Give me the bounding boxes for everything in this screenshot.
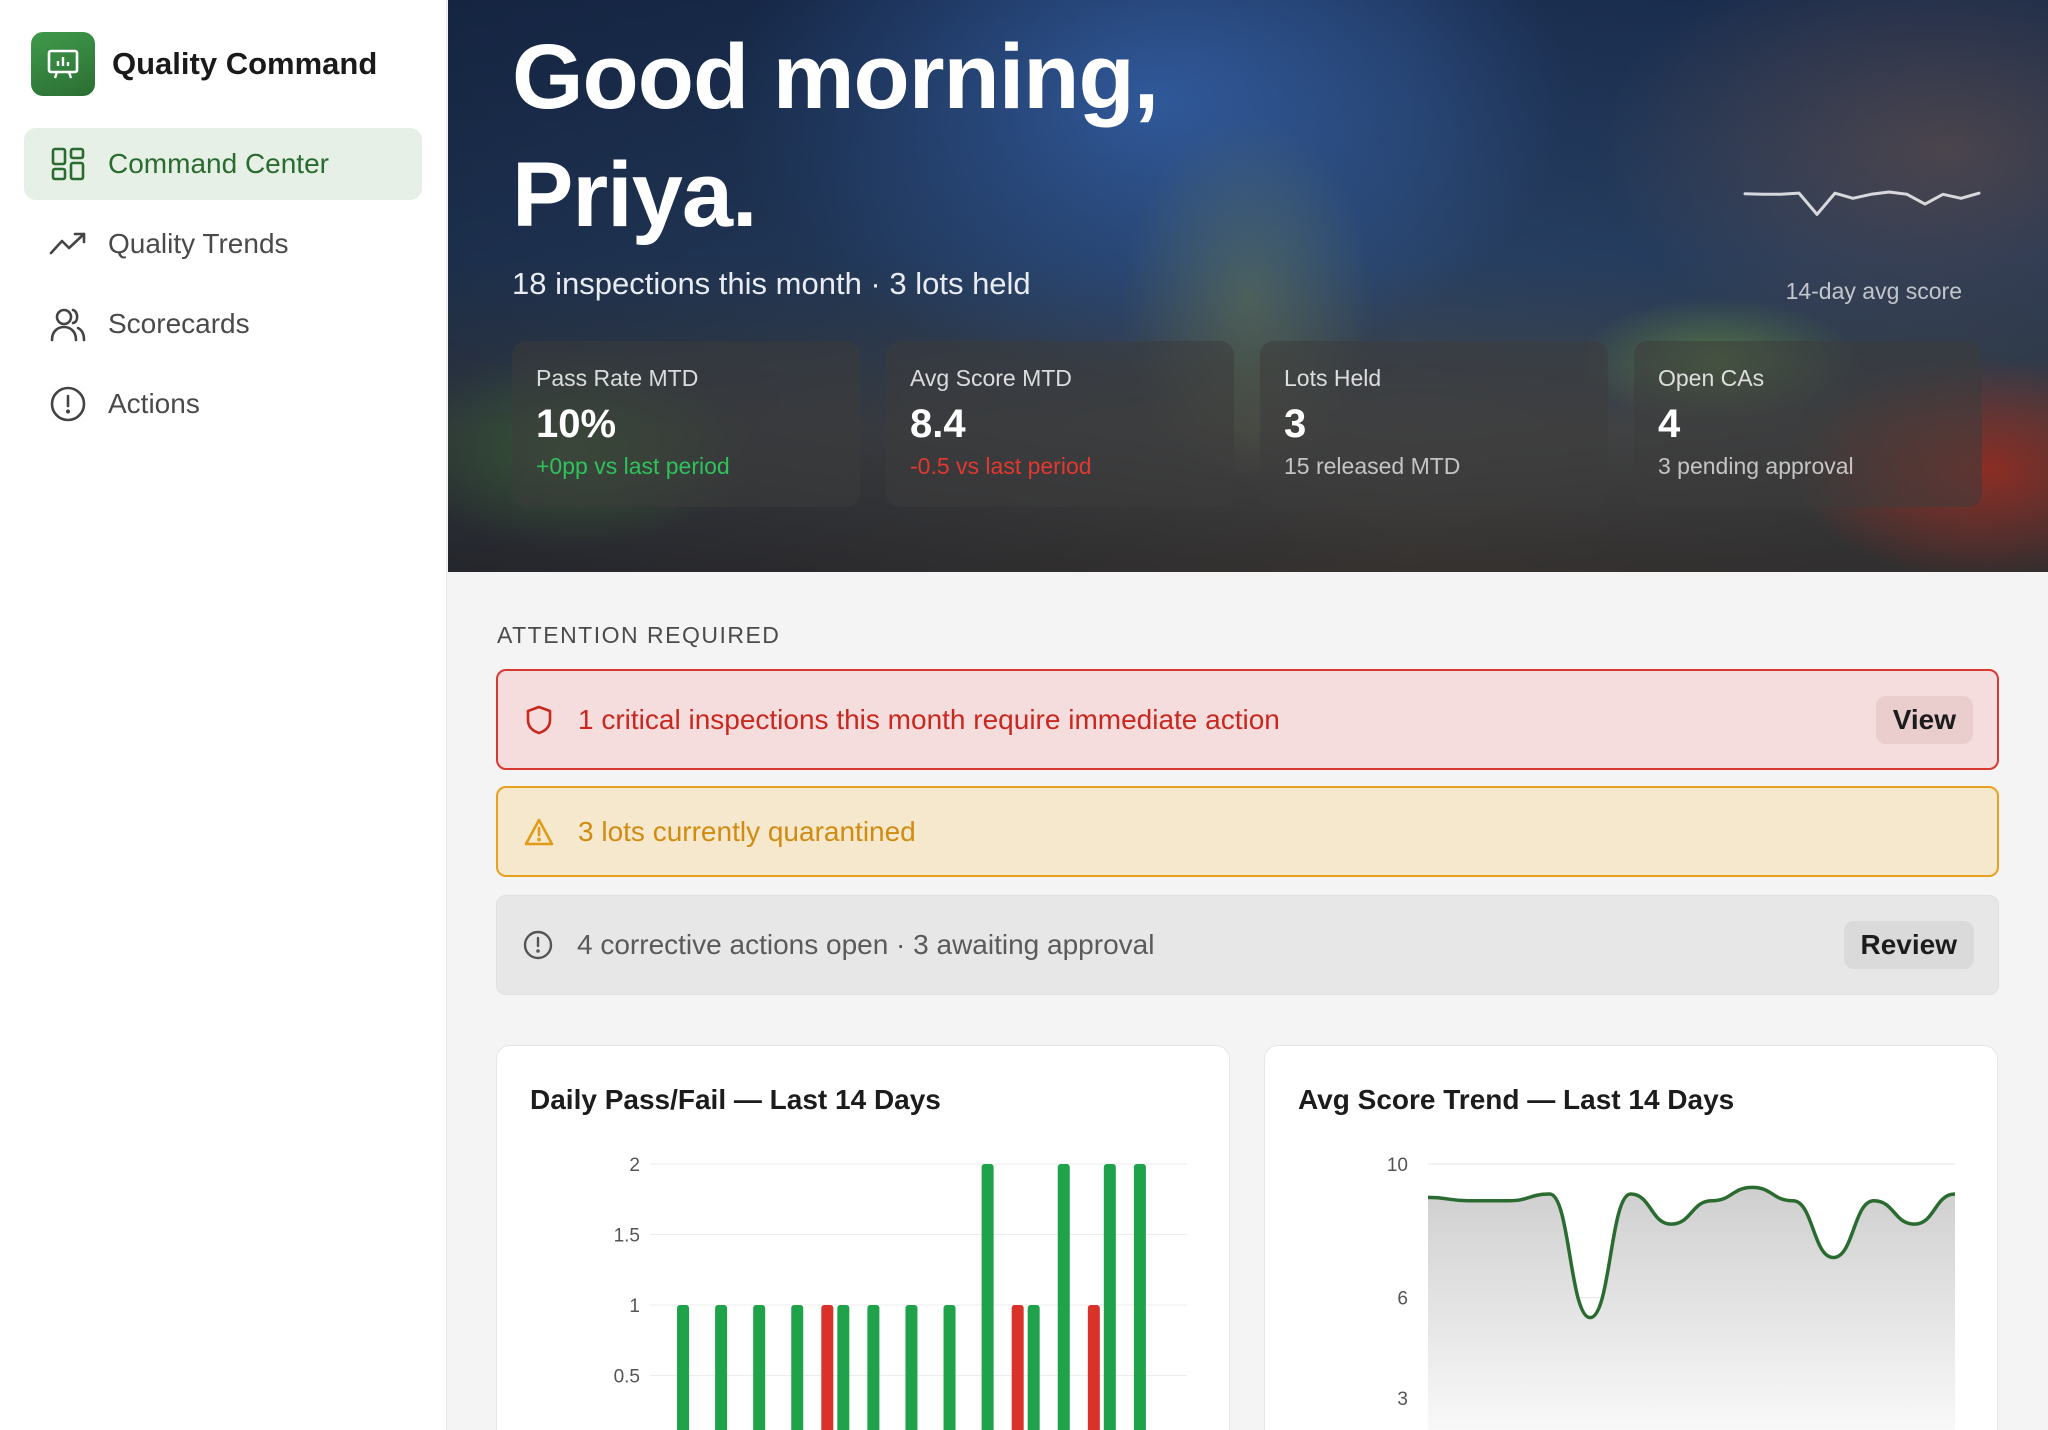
kpi-card-pass-rate[interactable]: Pass Rate MTD 10% +0pp vs last period (512, 341, 860, 507)
app-name: Quality Command (112, 46, 378, 81)
fail-bar[interactable] (821, 1305, 834, 1430)
kpi-value: 3 (1284, 402, 1307, 446)
greeting-line-1: Good morning, (512, 26, 1159, 128)
y-tick-label: 3 (1397, 1389, 1408, 1410)
kpi-card-lots-held[interactable]: Lots Held 3 15 released MTD (1260, 341, 1608, 507)
kpi-delta: 3 pending approval (1658, 453, 1854, 479)
pass-bar[interactable] (867, 1305, 880, 1430)
kpi-label: Pass Rate MTD (536, 365, 699, 391)
y-tick-label: 1 (629, 1296, 640, 1317)
daily-pass-fail-card: Daily Pass/Fail — Last 14 Days 0.5 1 1.5 2 (496, 1045, 1230, 1430)
sidebar-item-label: Quality Trends (108, 228, 289, 259)
sidebar-item-quality-trends[interactable]: Quality Trends (24, 208, 422, 280)
kpi-value: 10% (536, 402, 617, 446)
fail-bar[interactable] (1087, 1305, 1100, 1430)
info-alert-text: 4 corrective actions open · 3 awaiting a… (577, 929, 1155, 960)
pass-bar[interactable] (1103, 1164, 1116, 1430)
kpi-card-avg-score[interactable]: Avg Score MTD 8.4 -0.5 vs last period (886, 341, 1234, 507)
sidebar-item-label: Command Center (108, 148, 329, 179)
brand[interactable]: Quality Command (31, 32, 377, 96)
alert-circle-icon (48, 384, 88, 424)
pass-bar[interactable] (943, 1305, 956, 1430)
sidebar-item-scorecards[interactable]: Scorecards (24, 288, 422, 360)
greeting-line-2: Priya. (512, 144, 758, 246)
trending-up-icon (48, 224, 88, 264)
sparkline-label: 14-day avg score (1785, 278, 1962, 304)
sidebar-nav: Command Center Quality Trends Scorecards (24, 128, 422, 448)
y-tick-label: 6 (1397, 1289, 1408, 1310)
kpi-delta: 15 released MTD (1284, 453, 1461, 479)
pass-bar[interactable] (837, 1305, 850, 1430)
score-area (1428, 1187, 1955, 1430)
pass-fail-bar-chart: 0.5 1 1.5 2 (614, 1155, 1187, 1430)
users-icon (48, 304, 88, 344)
pass-bar[interactable] (1057, 1164, 1070, 1430)
kpi-card-open-cas[interactable]: Open CAs 4 3 pending approval (1634, 341, 1982, 507)
pass-bar[interactable] (791, 1305, 804, 1430)
y-tick-label: 1.5 (614, 1226, 640, 1247)
sidebar-item-label: Actions (108, 388, 200, 419)
sidebar-item-actions[interactable]: Actions (24, 368, 422, 440)
kpi-value: 8.4 (910, 402, 966, 446)
attention-section-title: ATTENTION REQUIRED (497, 622, 781, 648)
presentation-chart-icon (31, 32, 95, 96)
y-tick-label: 2 (629, 1155, 640, 1176)
avg-score-sparkline (1743, 190, 1981, 216)
critical-alert: 1 critical inspections this month requir… (496, 669, 1999, 770)
kpi-value: 4 (1658, 402, 1681, 446)
dashboard-grid-icon (48, 144, 88, 184)
kpi-delta: -0.5 vs last period (910, 453, 1092, 479)
warning-triangle-icon (524, 817, 554, 847)
sidebar-item-label: Scorecards (108, 308, 250, 339)
view-button[interactable]: View (1875, 695, 1973, 744)
pass-bar[interactable] (753, 1305, 766, 1430)
fail-bar[interactable] (1011, 1305, 1024, 1430)
avg-score-trend-card: Avg Score Trend — Last 14 Days 3 6 10 (1264, 1045, 1998, 1430)
pass-bar[interactable] (905, 1305, 918, 1430)
kpi-label: Lots Held (1284, 365, 1382, 391)
shield-icon (524, 705, 554, 735)
avg-score-area-chart: 3 6 10 (1387, 1155, 1956, 1430)
info-alert: 4 corrective actions open · 3 awaiting a… (496, 895, 1999, 995)
y-tick-label: 10 (1387, 1155, 1408, 1176)
greeting: Good morning, Priya. (512, 18, 1159, 254)
y-tick-label: 0.5 (614, 1367, 640, 1388)
pass-bar[interactable] (1133, 1164, 1146, 1430)
warning-alert: 3 lots currently quarantined (496, 786, 1999, 877)
alert-circle-icon (523, 930, 553, 960)
kpi-label: Open CAs (1658, 365, 1765, 391)
sidebar-item-command-center[interactable]: Command Center (24, 128, 422, 200)
pass-bar[interactable] (715, 1305, 728, 1430)
kpi-delta: +0pp vs last period (536, 453, 730, 479)
pass-bar[interactable] (1027, 1305, 1040, 1430)
pass-bar[interactable] (981, 1164, 994, 1430)
kpi-row: Pass Rate MTD 10% +0pp vs last period Av… (512, 341, 1982, 507)
critical-alert-text: 1 critical inspections this month requir… (578, 703, 1280, 735)
hero-banner: Good morning, Priya. 18 inspections this… (448, 0, 2048, 572)
warning-alert-text: 3 lots currently quarantined (578, 815, 916, 847)
kpi-label: Avg Score MTD (910, 365, 1072, 391)
sidebar: Quality Command Command Center Quality T… (0, 0, 447, 1430)
pass-bar[interactable] (677, 1305, 690, 1430)
hero-subtitle: 18 inspections this month · 3 lots held (512, 266, 1031, 301)
review-button[interactable]: Review (1843, 921, 1974, 969)
